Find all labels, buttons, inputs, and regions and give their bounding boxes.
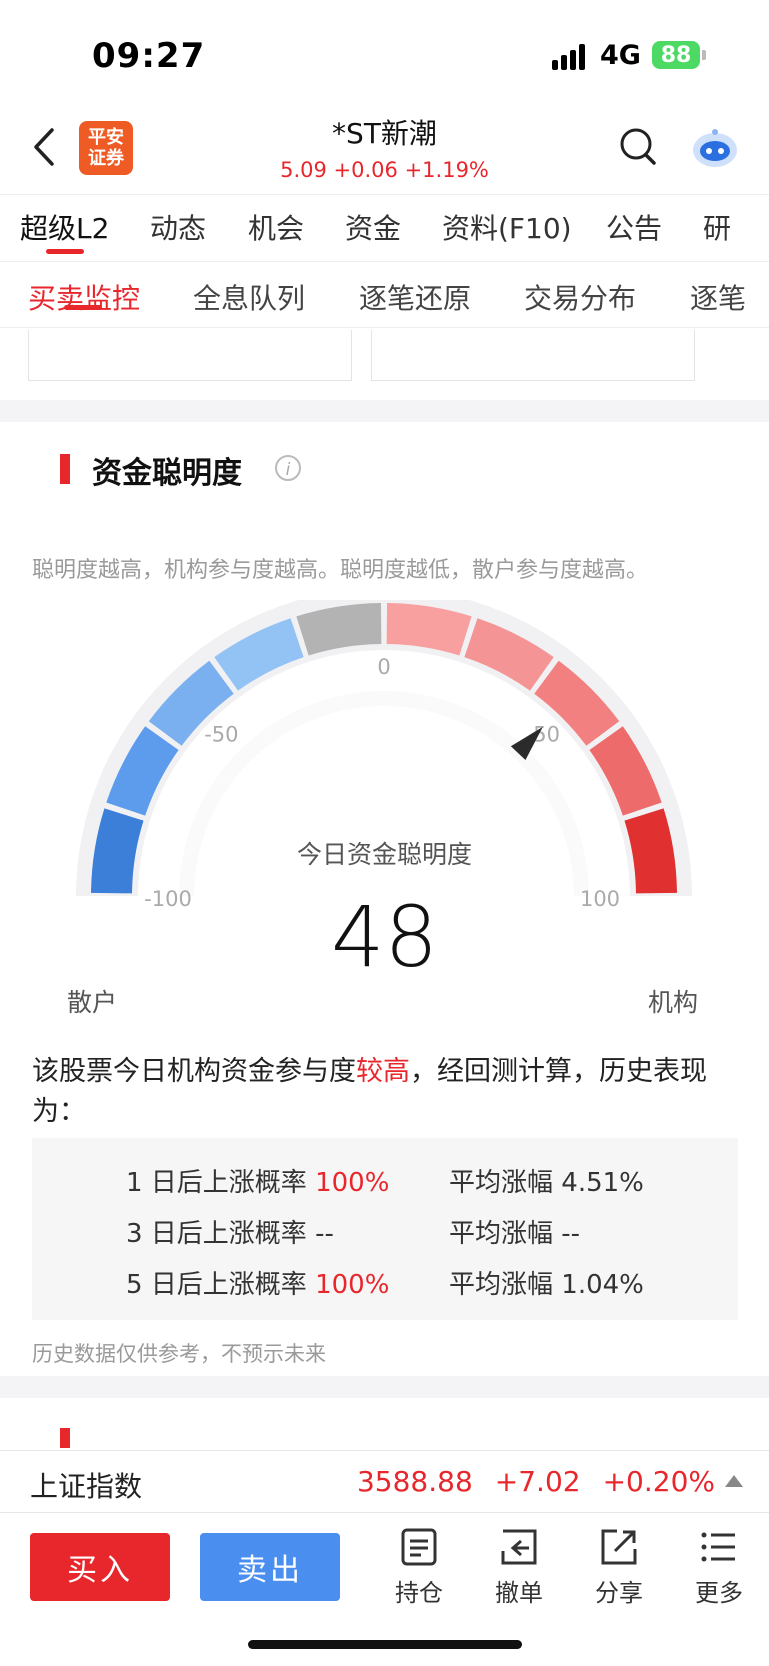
status-time: 09:27: [92, 36, 206, 76]
robot-assistant-icon[interactable]: [690, 128, 740, 170]
holdings-label: 持仓: [395, 1579, 443, 1607]
search-icon[interactable]: [618, 126, 658, 168]
table-row: 3 日后上涨概率 -- 平均涨幅 --: [32, 1213, 738, 1253]
battery-level: 88: [660, 42, 692, 68]
document-icon: [401, 1528, 437, 1566]
undo-icon: [501, 1529, 537, 1565]
section-divider: [0, 400, 769, 422]
row-avg: --: [561, 1219, 581, 1249]
tab-announcements[interactable]: 公告: [606, 207, 662, 247]
sub-tab-indicator: [64, 305, 102, 310]
table-row: 1 日后上涨概率 100% 平均涨幅 4.51%: [32, 1162, 738, 1202]
row-label: 5 日后上涨概率: [126, 1270, 307, 1300]
gauge-right-label: 机构: [648, 988, 699, 1017]
conclusion-prefix: 该股票今日机构资金参与度: [32, 1056, 356, 1087]
previous-card-right: [371, 330, 695, 381]
row-label: 1 日后上涨概率: [126, 1168, 307, 1198]
section-divider-2: [0, 1376, 769, 1398]
more-button[interactable]: 更多: [679, 1527, 759, 1608]
index-percent: +0.20%: [602, 1465, 715, 1498]
expand-up-icon[interactable]: [725, 1475, 743, 1487]
section-description: 聪明度越高，机构参与度越高。聪明度越低，散户参与度越高。: [32, 558, 649, 583]
index-values: 3588.88 +7.02 +0.20%: [335, 1465, 715, 1498]
subtab-trade-monitor[interactable]: 买卖监控: [28, 277, 140, 317]
subtab-full-queue[interactable]: 全息队列: [193, 277, 305, 317]
index-ticker-bar[interactable]: 上证指数 3588.88 +7.02 +0.20%: [0, 1450, 769, 1513]
main-tab-indicator: [46, 249, 84, 254]
network-type: 4G: [600, 40, 641, 71]
gauge-center-label: 今日资金聪明度: [296, 840, 472, 869]
battery-tip: [702, 50, 706, 60]
info-icon[interactable]: i: [275, 455, 301, 481]
subtab-tick-restore[interactable]: 逐笔还原: [359, 277, 471, 317]
section-marker: [60, 454, 70, 484]
tab-dynamics[interactable]: 动态: [150, 207, 206, 247]
gauge-left-label: 散户: [67, 988, 118, 1017]
cancel-order-label: 撤单: [495, 1579, 543, 1607]
main-tabs: 超级L2 动态 机会 资金 资料(F10) 公告 研: [0, 194, 769, 262]
subtab-tick[interactable]: 逐笔: [690, 277, 769, 317]
row-prob: 100%: [315, 1168, 390, 1198]
row-avg: 4.51%: [561, 1168, 644, 1198]
row-avg-label: 平均涨幅: [449, 1219, 554, 1249]
row-prob: --: [315, 1219, 334, 1249]
tab-super-l2[interactable]: 超级L2: [20, 207, 109, 247]
subtab-trade-distribution[interactable]: 交易分布: [524, 277, 636, 317]
buy-button[interactable]: 买入: [30, 1533, 170, 1601]
row-avg-label: 平均涨幅: [449, 1270, 554, 1300]
previous-card-left: [28, 330, 352, 381]
more-label: 更多: [695, 1579, 743, 1607]
share-icon: [601, 1529, 637, 1565]
conclusion-text: 该股票今日机构资金参与度较高，经回测计算，历史表现为：: [32, 1052, 742, 1132]
sub-tabs: 买卖监控 全息队列 逐笔还原 交易分布 逐笔: [0, 261, 769, 328]
share-button[interactable]: 分享: [579, 1527, 659, 1608]
gauge-tick-label: 0: [377, 655, 390, 679]
cancel-order-button[interactable]: 撤单: [479, 1527, 559, 1608]
section-title: 资金聪明度: [92, 456, 242, 491]
table-row: 5 日后上涨概率 100% 平均涨幅 1.04%: [32, 1264, 738, 1304]
signal-icon: [552, 44, 585, 70]
share-label: 分享: [595, 1579, 643, 1607]
disclaimer: 历史数据仅供参考，不预示未来: [32, 1342, 326, 1366]
row-prob: 100%: [315, 1270, 390, 1300]
index-value: 3588.88: [356, 1465, 473, 1498]
next-section-marker: [60, 1428, 70, 1448]
tab-f10[interactable]: 资料(F10): [442, 207, 572, 247]
gauge-value: 48: [331, 888, 438, 986]
gauge-tick-label: -50: [204, 722, 238, 746]
menu-icon: [701, 1532, 735, 1562]
holdings-button[interactable]: 持仓: [379, 1527, 459, 1608]
row-avg-label: 平均涨幅: [449, 1168, 554, 1198]
tab-opportunity[interactable]: 机会: [248, 207, 304, 247]
index-change: +7.02: [494, 1465, 581, 1498]
row-avg: 1.04%: [561, 1270, 644, 1300]
home-indicator: [248, 1640, 522, 1649]
tab-research[interactable]: 研: [703, 207, 769, 247]
probability-table: 1 日后上涨概率 100% 平均涨幅 4.51% 3 日后上涨概率 -- 平均涨…: [32, 1138, 738, 1320]
index-name: 上证指数: [30, 1470, 143, 1503]
tab-funds[interactable]: 资金: [345, 207, 401, 247]
conclusion-highlight: 较高: [356, 1056, 410, 1087]
sell-button[interactable]: 卖出: [200, 1533, 340, 1601]
row-label: 3 日后上涨概率: [126, 1219, 307, 1249]
battery-icon: 88: [652, 41, 700, 69]
